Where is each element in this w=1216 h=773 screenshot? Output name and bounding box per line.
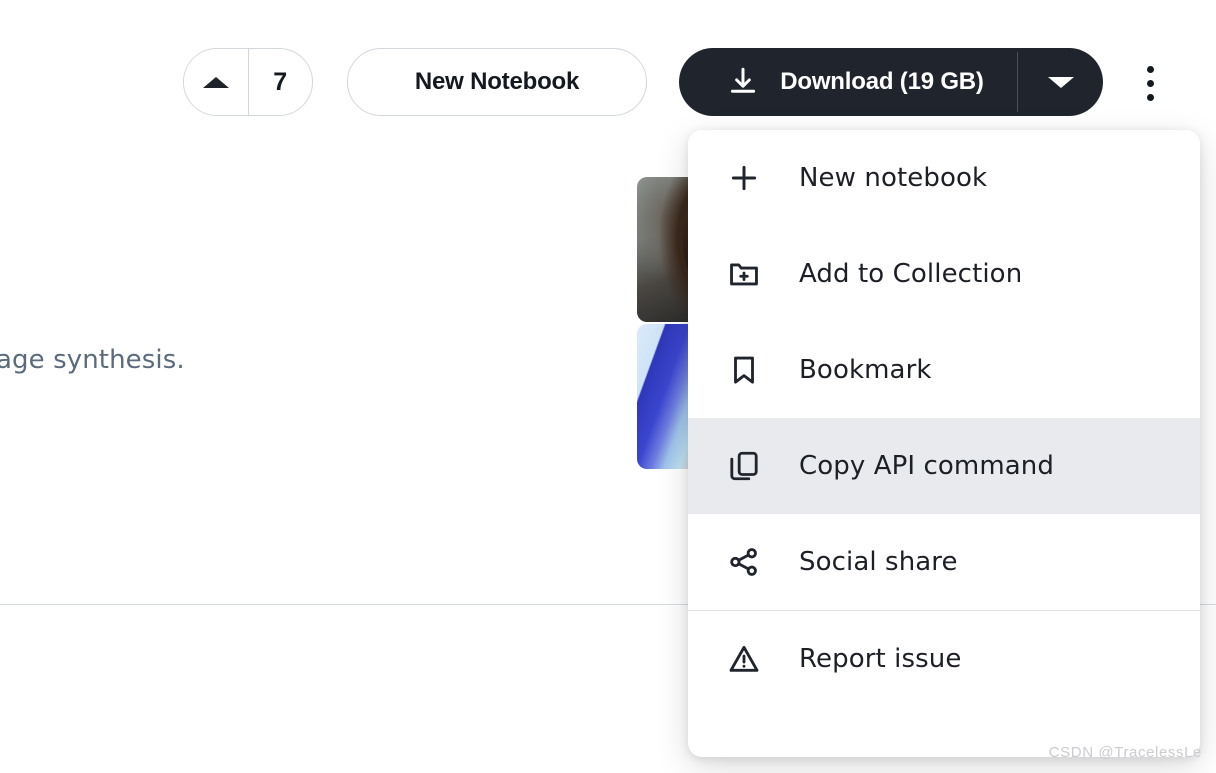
menu-item-report-issue[interactable]: Report issue — [688, 611, 1200, 707]
kebab-dot — [1146, 65, 1154, 73]
vote-pill: 7 — [183, 48, 313, 116]
vote-count: 7 — [273, 67, 288, 96]
warning-triangle-icon — [710, 642, 778, 676]
download-button[interactable]: Download (19 GB) — [679, 48, 1017, 116]
menu-item-label: Social share — [799, 547, 958, 577]
description-text: age synthesis. — [0, 345, 185, 375]
download-split-button: Download (19 GB) — [679, 48, 1103, 116]
menu-item-label: Report issue — [799, 644, 962, 674]
context-dropdown-menu: New notebook Add to Collection Bookmark — [688, 130, 1200, 757]
more-vertical-icon[interactable] — [1133, 50, 1167, 116]
new-notebook-label: New Notebook — [414, 68, 580, 95]
menu-item-bookmark[interactable]: Bookmark — [688, 322, 1200, 418]
copy-icon — [710, 449, 778, 483]
download-dropdown-toggle[interactable] — [1018, 48, 1103, 116]
watermark: CSDN @TracelessLe — [1048, 744, 1202, 761]
menu-item-label: Bookmark — [799, 355, 932, 385]
kebab-dot — [1146, 93, 1154, 101]
menu-item-label: Add to Collection — [799, 259, 1023, 289]
menu-item-social-share[interactable]: Social share — [688, 514, 1200, 610]
folder-plus-icon — [710, 257, 778, 291]
upvote-button[interactable] — [184, 49, 248, 115]
menu-item-copy-api-command[interactable]: Copy API command — [688, 418, 1200, 514]
kebab-dot — [1146, 79, 1154, 87]
menu-item-new-notebook[interactable]: New notebook — [688, 130, 1200, 226]
new-notebook-button[interactable]: New Notebook — [347, 48, 647, 116]
menu-item-add-to-collection[interactable]: Add to Collection — [688, 226, 1200, 322]
toolbar: 7 New Notebook Download (19 GB) — [0, 0, 1216, 130]
download-label: Download (19 GB) — [780, 68, 984, 95]
download-icon — [726, 65, 760, 99]
menu-item-label: New notebook — [799, 163, 988, 193]
screen-root: age synthesis. 7 New Notebook Download (… — [0, 0, 1216, 773]
menu-item-label: Copy API command — [799, 451, 1054, 481]
bookmark-icon — [710, 353, 778, 387]
share-icon — [710, 545, 778, 579]
plus-icon — [710, 161, 778, 195]
caret-up-icon — [202, 76, 229, 88]
caret-down-icon — [1047, 76, 1074, 88]
